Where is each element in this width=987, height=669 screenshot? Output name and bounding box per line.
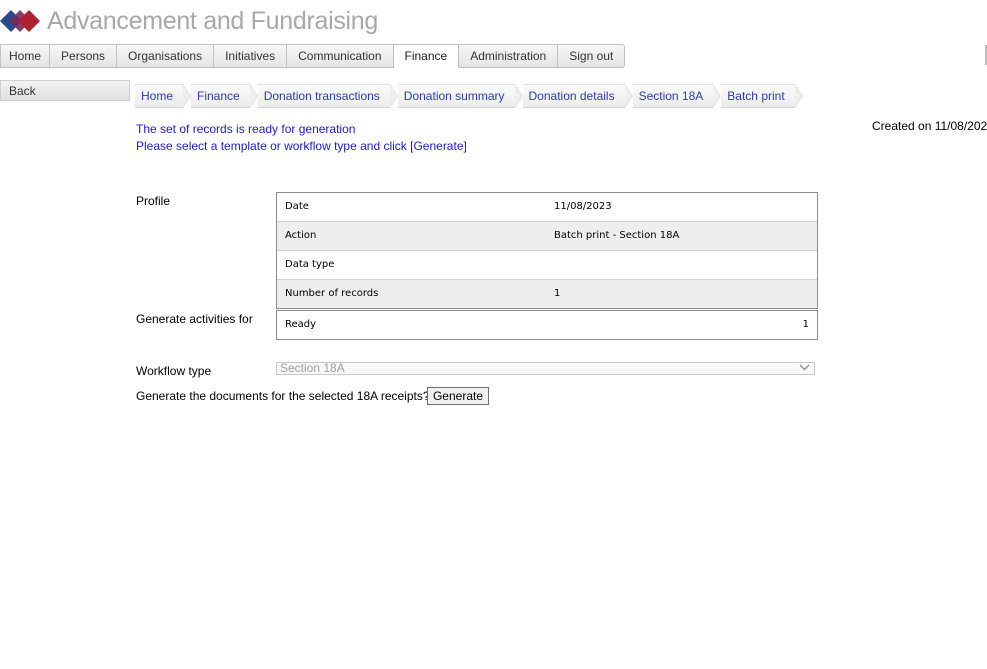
- breadcrumb-batch-print[interactable]: Batch print: [721, 84, 804, 108]
- row-value: 1: [554, 288, 561, 299]
- nav-persons[interactable]: Persons: [50, 44, 118, 68]
- table-row: Action Batch print - Section 18A: [277, 222, 817, 251]
- activities-table: Ready 1: [276, 310, 818, 340]
- row-key: Data type: [285, 259, 335, 270]
- back-button[interactable]: Back: [0, 80, 130, 101]
- status-message: The set of records is ready for generati…: [136, 122, 356, 136]
- activity-status: Ready: [285, 319, 317, 330]
- generate-prompt: Generate the documents for the selected …: [136, 389, 430, 403]
- workflow-label: Workflow type: [136, 364, 212, 378]
- table-row: Data type: [277, 251, 817, 280]
- nav-home[interactable]: Home: [0, 44, 51, 68]
- breadcrumb-donation-summary[interactable]: Donation summary: [397, 84, 523, 108]
- main-nav: Home Persons Organisations Initiatives C…: [0, 44, 626, 68]
- breadcrumb-home[interactable]: Home: [135, 84, 192, 108]
- instruction-message: Please select a template or workflow typ…: [136, 139, 467, 153]
- logo-diamonds-icon: [0, 10, 40, 32]
- nav-finance[interactable]: Finance: [393, 44, 460, 68]
- profile-table: Date 11/08/2023 Action Batch print - Sec…: [276, 192, 818, 309]
- app-title: Advancement and Fundraising: [47, 7, 378, 35]
- table-row: Date 11/08/2023: [277, 193, 817, 222]
- table-row: Ready 1: [277, 311, 817, 339]
- breadcrumb-donation-details[interactable]: Donation details: [522, 84, 633, 108]
- row-key: Action: [285, 230, 317, 241]
- table-row: Number of records 1: [277, 280, 817, 308]
- nav-communication[interactable]: Communication: [287, 44, 394, 68]
- row-value: 11/08/2023: [554, 201, 612, 212]
- nav-administration[interactable]: Administration: [459, 44, 559, 68]
- breadcrumb-finance[interactable]: Finance: [191, 84, 258, 108]
- activities-label: Generate activities for: [136, 312, 253, 326]
- workflow-selected-value: Section 18A: [280, 361, 345, 375]
- chevron-down-icon: [799, 362, 810, 375]
- activity-count: 1: [802, 319, 809, 330]
- nav-initiatives[interactable]: Initiatives: [214, 44, 288, 68]
- workflow-type-select[interactable]: Section 18A: [276, 362, 815, 375]
- breadcrumb-donation-transactions[interactable]: Donation transactions: [257, 84, 398, 108]
- breadcrumb: Home Finance Donation transactions Donat…: [135, 84, 804, 108]
- row-key: Number of records: [285, 288, 379, 299]
- row-value: Batch print - Section 18A: [554, 230, 680, 241]
- created-date: Created on 11/08/2023: [872, 119, 987, 133]
- breadcrumb-section-18a[interactable]: Section 18A: [632, 84, 721, 108]
- profile-label: Profile: [136, 194, 171, 208]
- nav-organisations[interactable]: Organisations: [117, 44, 215, 68]
- nav-sign-out[interactable]: Sign out: [558, 44, 626, 68]
- generate-button[interactable]: Generate: [427, 387, 489, 405]
- row-key: Date: [285, 201, 309, 212]
